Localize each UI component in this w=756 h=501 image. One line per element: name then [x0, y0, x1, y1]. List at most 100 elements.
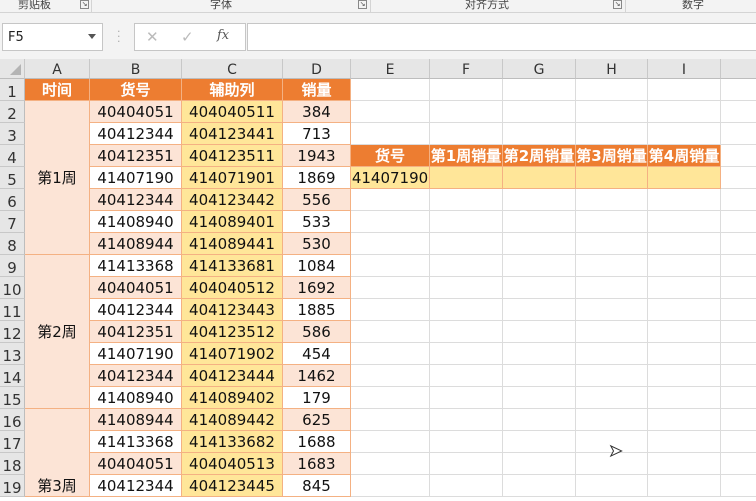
- row-header-11[interactable]: 11: [0, 299, 25, 321]
- cell[interactable]: [503, 365, 576, 387]
- cell[interactable]: [503, 189, 576, 211]
- cell[interactable]: [721, 321, 756, 343]
- cell[interactable]: [503, 277, 576, 299]
- column-header-G[interactable]: G: [503, 59, 576, 79]
- name-box[interactable]: F5: [2, 23, 103, 51]
- cell[interactable]: [648, 189, 721, 211]
- cell[interactable]: [576, 475, 648, 497]
- helper-column-cell[interactable]: 414133682: [182, 431, 283, 453]
- row-header-13[interactable]: 13: [0, 343, 25, 365]
- helper-column-cell[interactable]: 404040513: [182, 453, 283, 475]
- column-header-H[interactable]: H: [576, 59, 648, 79]
- cell[interactable]: [351, 233, 430, 255]
- cell[interactable]: [430, 123, 503, 145]
- item-number-cell[interactable]: 40412344: [90, 189, 182, 211]
- cell[interactable]: [503, 79, 576, 101]
- helper-column-cell[interactable]: 414089441: [182, 233, 283, 255]
- cell[interactable]: [430, 299, 503, 321]
- sales-cell[interactable]: 179: [283, 387, 351, 409]
- cell[interactable]: [721, 431, 756, 453]
- row-header-6[interactable]: 6: [0, 189, 25, 211]
- row-header-16[interactable]: 16: [0, 409, 25, 431]
- lookup-result-cell[interactable]: [503, 167, 576, 189]
- cell[interactable]: [503, 101, 576, 123]
- cell[interactable]: [721, 453, 756, 475]
- item-number-cell[interactable]: 40412344: [90, 475, 182, 497]
- cell[interactable]: [648, 123, 721, 145]
- cell[interactable]: [648, 233, 721, 255]
- cell[interactable]: [648, 211, 721, 233]
- sales-cell[interactable]: 1869: [283, 167, 351, 189]
- item-number-cell[interactable]: 41408940: [90, 211, 182, 233]
- cell[interactable]: [430, 343, 503, 365]
- cell[interactable]: [648, 101, 721, 123]
- sales-cell[interactable]: 586: [283, 321, 351, 343]
- cell[interactable]: [503, 343, 576, 365]
- cell[interactable]: [576, 233, 648, 255]
- sales-cell[interactable]: 1943: [283, 145, 351, 167]
- row-header-4[interactable]: 4: [0, 145, 25, 167]
- cell[interactable]: [721, 299, 756, 321]
- row-header-5[interactable]: 5: [0, 167, 25, 189]
- helper-column-cell[interactable]: 414133681: [182, 255, 283, 277]
- item-number-cell[interactable]: 41408940: [90, 387, 182, 409]
- dialog-launcher-icon[interactable]: ↘: [613, 0, 622, 9]
- cell[interactable]: [648, 255, 721, 277]
- cell[interactable]: [503, 475, 576, 497]
- sales-cell[interactable]: 1683: [283, 453, 351, 475]
- item-number-cell[interactable]: 40404051: [90, 453, 182, 475]
- column-header-E[interactable]: E: [351, 59, 430, 79]
- cell[interactable]: [503, 233, 576, 255]
- cell[interactable]: [351, 189, 430, 211]
- cell[interactable]: [351, 79, 430, 101]
- cell[interactable]: [430, 189, 503, 211]
- week-merged-cell[interactable]: 第1周: [25, 101, 90, 255]
- cell[interactable]: [576, 321, 648, 343]
- sales-cell[interactable]: 556: [283, 189, 351, 211]
- helper-column-cell[interactable]: 404123511: [182, 145, 283, 167]
- cell[interactable]: [721, 233, 756, 255]
- row-header-1[interactable]: 1: [0, 79, 25, 101]
- cell[interactable]: [351, 343, 430, 365]
- row-header-8[interactable]: 8: [0, 233, 25, 255]
- dialog-launcher-icon[interactable]: ↘: [358, 0, 367, 9]
- cell[interactable]: [576, 365, 648, 387]
- week-merged-cell[interactable]: 第3周: [25, 409, 90, 497]
- item-number-cell[interactable]: 40412351: [90, 145, 182, 167]
- item-number-cell[interactable]: 40412344: [90, 365, 182, 387]
- cell[interactable]: [503, 431, 576, 453]
- drag-handle-icon[interactable]: · · ·: [117, 26, 121, 47]
- row-header-3[interactable]: 3: [0, 123, 25, 145]
- cell[interactable]: [430, 431, 503, 453]
- cell[interactable]: [503, 211, 576, 233]
- sales-cell[interactable]: 713: [283, 123, 351, 145]
- column-header-B[interactable]: B: [90, 59, 182, 79]
- helper-column-cell[interactable]: 404123443: [182, 299, 283, 321]
- formula-input[interactable]: [247, 23, 756, 51]
- cell[interactable]: [503, 321, 576, 343]
- helper-column-cell[interactable]: 414071902: [182, 343, 283, 365]
- sales-cell[interactable]: 530: [283, 233, 351, 255]
- sales-cell[interactable]: 625: [283, 409, 351, 431]
- cell[interactable]: [430, 475, 503, 497]
- helper-column-cell[interactable]: 404040511: [182, 101, 283, 123]
- cell[interactable]: [648, 299, 721, 321]
- helper-column-cell[interactable]: 414089442: [182, 409, 283, 431]
- item-number-cell[interactable]: 41408944: [90, 233, 182, 255]
- cell[interactable]: [430, 79, 503, 101]
- helper-column-cell[interactable]: 404123445: [182, 475, 283, 497]
- cell[interactable]: [721, 277, 756, 299]
- dialog-launcher-icon[interactable]: ↘: [80, 0, 89, 9]
- cell[interactable]: [503, 255, 576, 277]
- cell[interactable]: [576, 277, 648, 299]
- sales-cell[interactable]: 533: [283, 211, 351, 233]
- item-number-cell[interactable]: 41413368: [90, 431, 182, 453]
- cell[interactable]: [576, 343, 648, 365]
- helper-column-cell[interactable]: 414071901: [182, 167, 283, 189]
- helper-column-cell[interactable]: 414089402: [182, 387, 283, 409]
- sales-cell[interactable]: 384: [283, 101, 351, 123]
- row-header-10[interactable]: 10: [0, 277, 25, 299]
- row-header-14[interactable]: 14: [0, 365, 25, 387]
- sales-cell[interactable]: 1084: [283, 255, 351, 277]
- cell[interactable]: [576, 189, 648, 211]
